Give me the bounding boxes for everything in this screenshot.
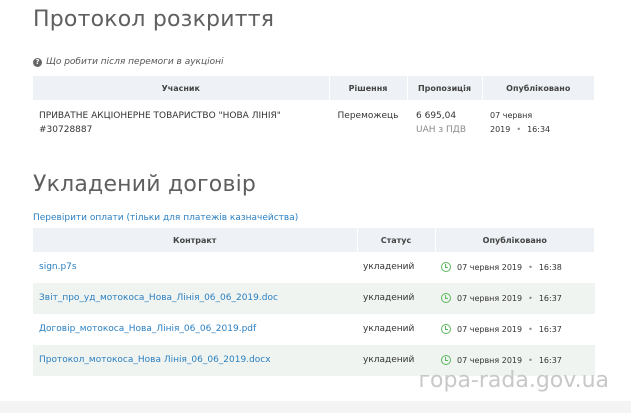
contract-file-link[interactable]: Договір_мотокоса_Нова_Лінія_06_06_2019.p… [33,314,357,345]
header-participant: Учасник [33,76,330,100]
published-date: 07 червня 2019 [457,263,523,272]
published-date: 07 червня 2019 [490,111,533,134]
decision-value: Переможець [337,111,399,121]
published-date: 07 червня 2019 [457,294,523,303]
participant-name: ПРИВАТНЕ АКЦІОНЕРНЕ ТОВАРИСТВО "НОВА ЛІН… [39,111,281,135]
published-cell: 07 червня 2019 • 16:37 [435,314,595,345]
published-date: 07 червня 2019 [457,356,523,365]
contract-file-link[interactable]: Звіт_про_уд_мотокоса_Нова_Лінія_06_06_20… [33,283,357,314]
contract-status: укладений [363,262,415,272]
clock-icon [441,323,451,334]
contract-status: укладений [363,324,415,334]
published-time: 16:38 [538,263,562,272]
proposal-cell: 6 695,04 UAH з ПДВ [407,100,482,183]
published-cell: 07 червня 2019 • 16:38 [435,252,595,283]
check-payments-link[interactable]: Перевірити оплати (тільки для платежів к… [33,213,298,223]
help-text: Що робити після перемоги в аукціоні [46,57,224,67]
site-watermark: гора-rada.gov.ua [418,368,609,393]
contract-status: укладений [357,283,435,314]
contract-table-header: Контракт Статус Опубліковано [33,228,595,252]
table-row: sign.p7s укладений 07 червня 2019 • 16:38 [33,252,595,283]
published-cell: 07 червня 2019 • 16:34 [482,100,595,183]
clock-icon [441,292,451,303]
published-time: 16:37 [538,294,562,303]
dot-separator: • [528,325,533,334]
dot-separator: • [516,125,522,134]
header-published: Опубліковано [435,228,595,252]
header-decision: Рішення [329,76,408,100]
dot-separator: • [528,263,533,272]
protocol-table-header: Учасник Рішення Пропозиція Опубліковано [33,76,595,100]
protocol-title: Протокол розкриття [33,7,275,32]
contract-table: Контракт Статус Опубліковано sign.p7s ук… [33,228,595,376]
header-proposal: Пропозиція [407,76,483,100]
published-date: 07 червня 2019 [457,325,523,334]
contract-file-link[interactable]: Протокол_мотокоса_Нова Лінія_06_06_2019.… [33,345,357,376]
header-status: Статус [357,228,436,252]
table-row: Договір_мотокоса_Нова_Лінія_06_06_2019.p… [33,314,595,345]
proposal-currency: UAH з ПДВ [416,125,466,135]
header-published: Опубліковано [482,76,595,100]
published-time: 16:37 [538,325,562,334]
protocol-table: Учасник Рішення Пропозиція Опубліковано … [33,76,595,183]
clock-icon [441,261,451,272]
help-link[interactable]: ? Що робити після перемоги в аукціоні [33,57,224,67]
published-cell: 07 червня 2019 • 16:37 [435,283,595,314]
clock-icon [441,354,451,365]
dot-separator: • [528,356,533,365]
table-row: ПРИВАТНЕ АКЦІОНЕРНЕ ТОВАРИСТВО "НОВА ЛІН… [33,100,595,183]
dot-separator: • [528,294,533,303]
published-time: 16:34 [527,125,551,134]
contract-file-link[interactable]: sign.p7s [33,252,357,283]
published-time: 16:37 [538,356,562,365]
proposal-amount: 6 695,04 [416,111,457,121]
header-contract: Контракт [33,228,358,252]
bottom-bar [0,401,631,413]
question-icon: ? [33,57,42,67]
table-row: Звіт_про_уд_мотокоса_Нова_Лінія_06_06_20… [33,283,595,314]
contract-title: Укладений договір [33,172,257,197]
